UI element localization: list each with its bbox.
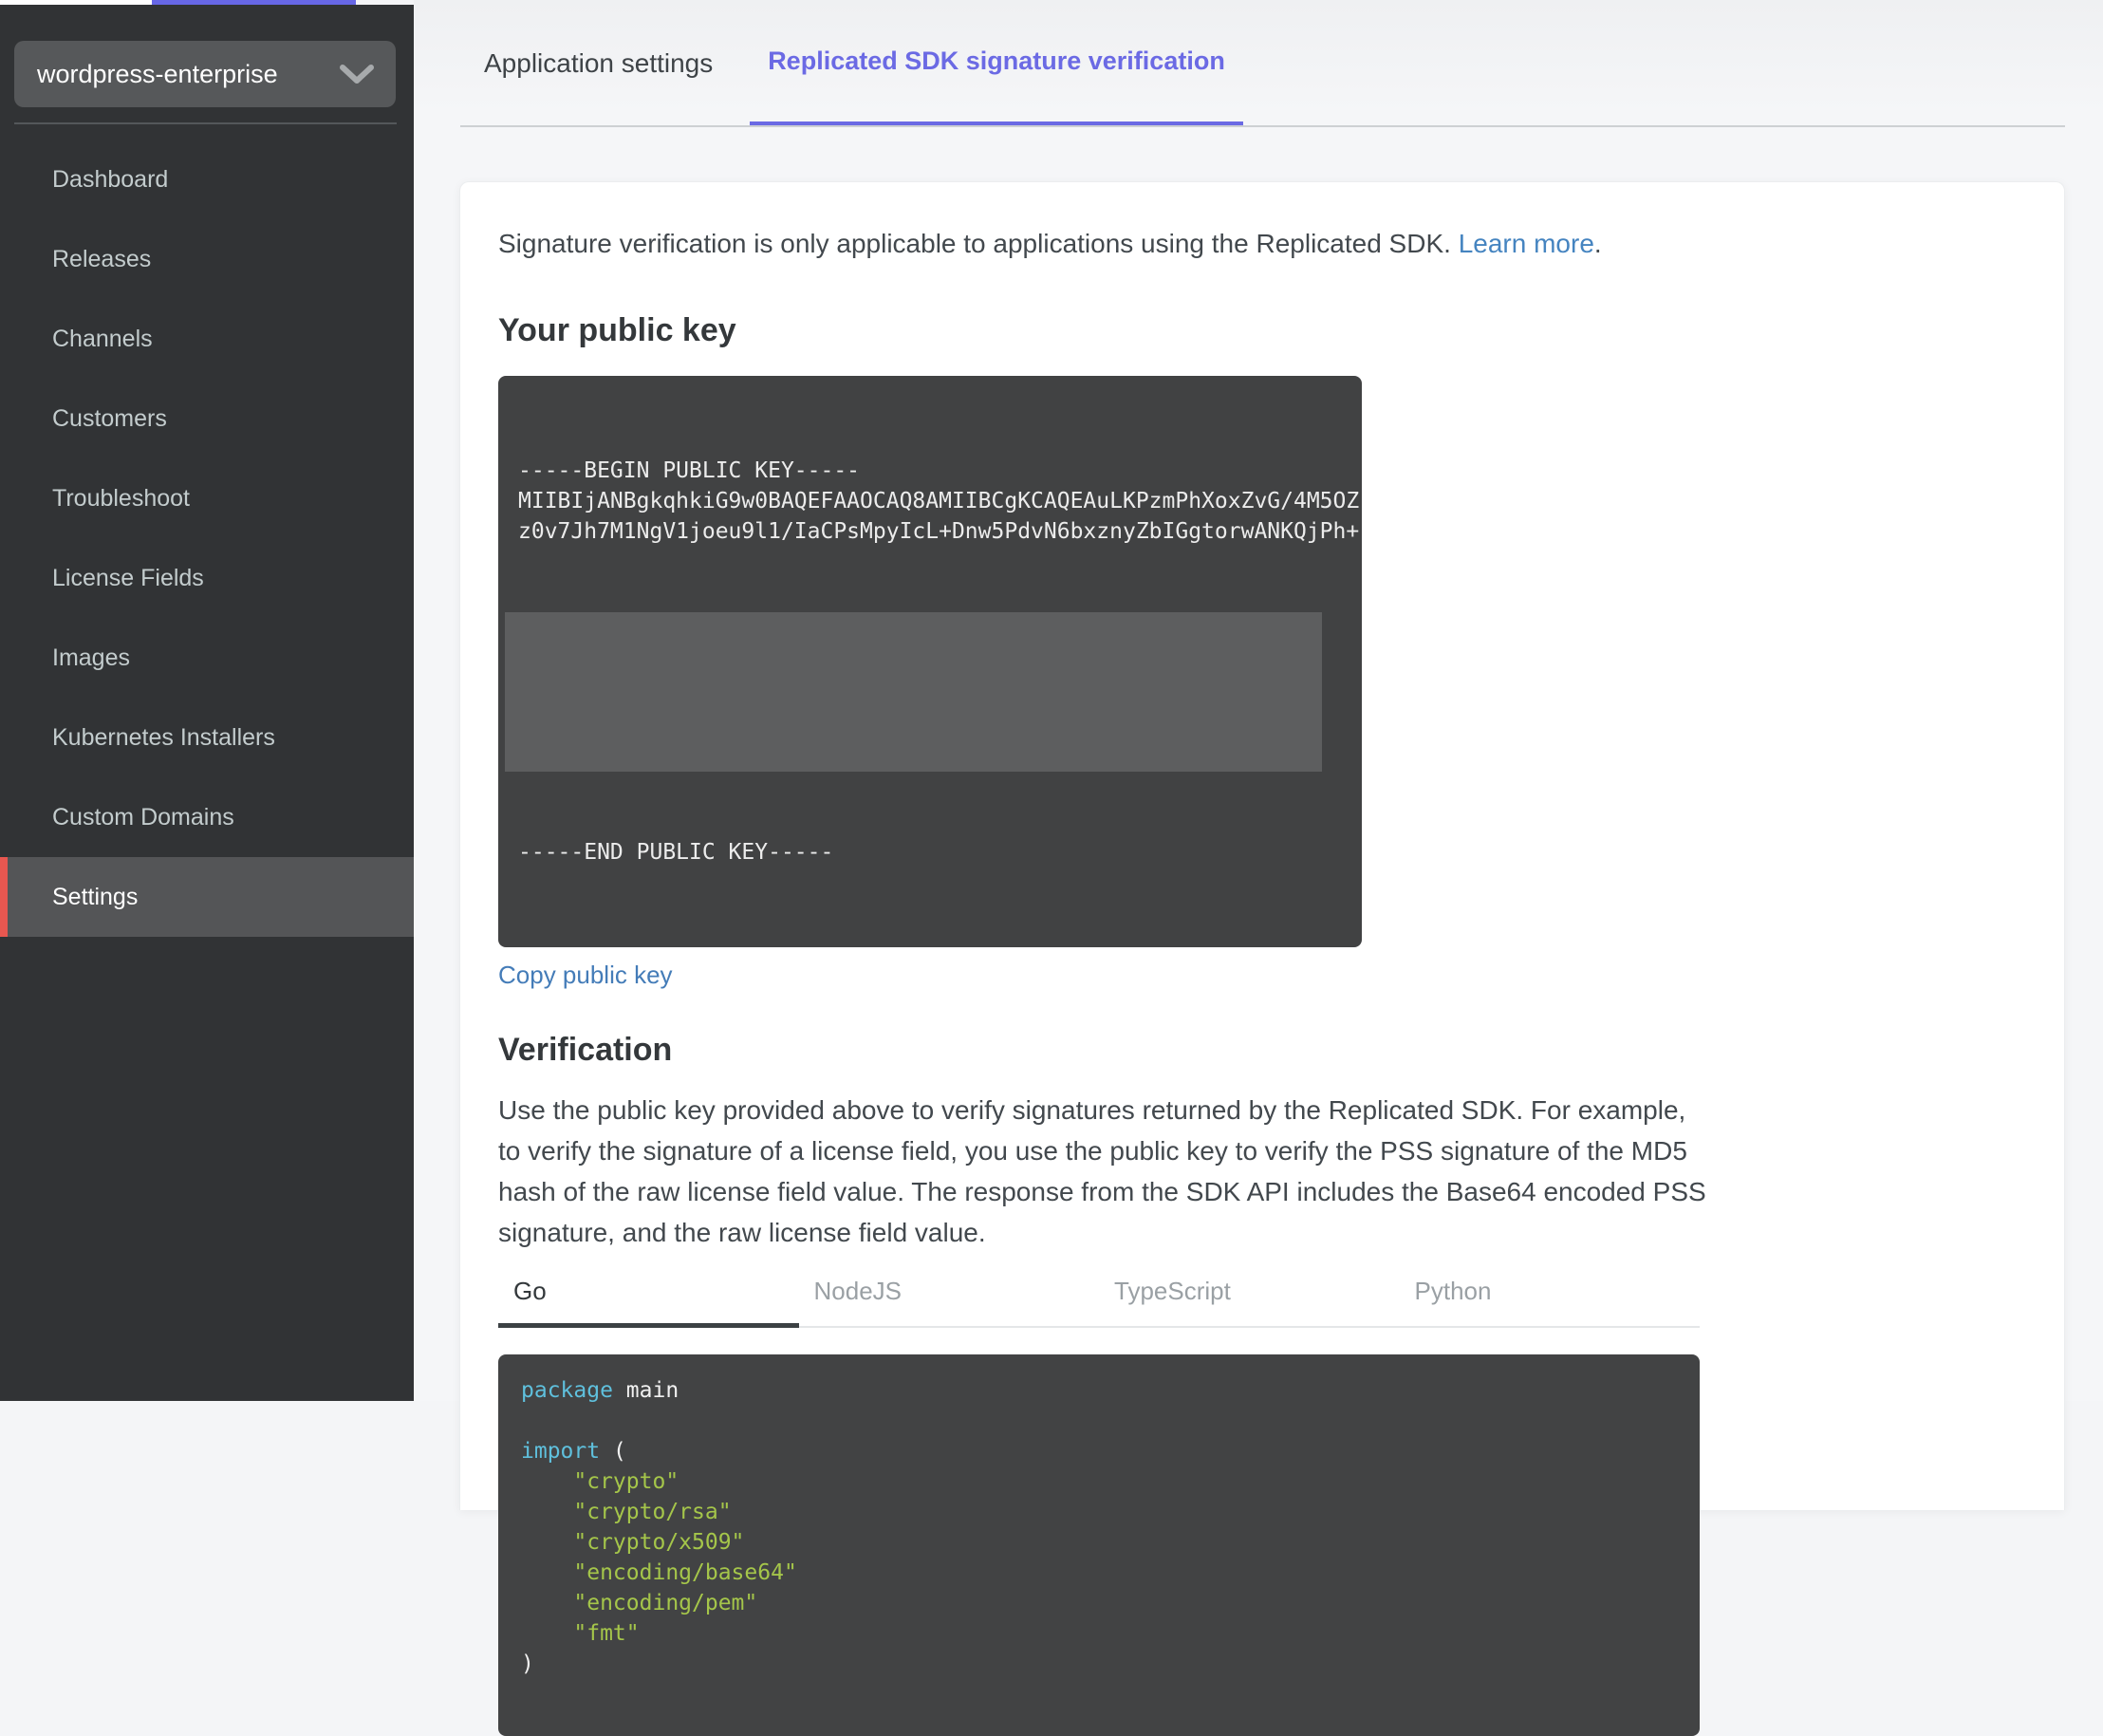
sidebar-item-releases[interactable]: Releases [0,219,414,299]
sidebar-item-troubleshoot[interactable]: Troubleshoot [0,458,414,538]
code-line: "encoding/base64" [521,1560,797,1585]
sidebar-item-kubernetes-installers[interactable]: Kubernetes Installers [0,698,414,777]
app-selector-label: wordpress-enterprise [37,59,278,88]
tab-replicated-sdk-signature-verification[interactable]: Replicated SDK signature verification [750,0,1243,127]
code-line: "encoding/pem" [521,1591,758,1615]
sidebar-item-images[interactable]: Images [0,618,414,698]
sidebar-item-channels[interactable]: Channels [0,299,414,379]
code-line: "crypto/x509" [521,1530,745,1555]
redacted-key-overlay [505,612,1322,772]
sidebar-item-customers[interactable]: Customers [0,379,414,458]
language-tab-python[interactable]: Python [1400,1264,1701,1326]
sidebar: wordpress-enterprise Dashboard Releases Ch… [0,5,414,1401]
settings-tabbar: Application settings Replicated SDK sign… [414,0,2103,127]
code-sample-block: package main import ( "crypto" "crypto/r… [498,1354,1700,1736]
language-tab-typescript[interactable]: TypeScript [1099,1264,1400,1326]
sidebar-item-license-fields[interactable]: License Fields [0,538,414,618]
public-key-heading: Your public key [498,312,736,348]
sidebar-item-dashboard[interactable]: Dashboard [0,140,414,219]
verification-description: Use the public key provided above to ver… [498,1095,1706,1247]
code-line: package main [521,1378,679,1403]
intro-text-suffix: . [1593,229,1602,258]
content-card: Signature verification is only applicabl… [459,181,2065,1736]
public-key-line: z0v7Jh7M1NgV1joeu9l1/IaCPsMpyIcL+Dnw5Pdv… [518,519,1360,544]
sidebar-divider [14,122,397,124]
code-line: ) [521,1652,534,1676]
chevron-down-icon [339,63,375,85]
public-key-block: -----BEGIN PUBLIC KEY----- MIIBIjANBgkqhk… [498,376,1362,947]
learn-more-link[interactable]: Learn more [1459,229,1594,258]
intro-text-main: Signature verification is only applicabl… [498,229,1459,258]
main-area: Application settings Replicated SDK sign… [414,0,2103,1736]
code-line: "crypto/rsa" [521,1500,732,1524]
sidebar-nav: Dashboard Releases Channels Customers Troubl… [0,140,414,937]
app-selector-dropdown[interactable]: wordpress-enterprise [14,41,396,107]
sidebar-item-custom-domains[interactable]: Custom Domains [0,777,414,857]
public-key-line: MIIBIjANBgkqhkiG9w0BAQEFAAOCAQ8AMIIBCgKC… [518,489,1360,513]
tabbar-divider [460,125,2065,127]
verification-heading: Verification [498,1032,673,1068]
code-line: import ( [521,1439,626,1464]
language-tabbar: Go NodeJS TypeScript Python [498,1264,1700,1328]
sidebar-item-settings[interactable]: Settings [0,857,414,937]
language-tab-go[interactable]: Go [498,1264,799,1328]
code-line: "crypto" [521,1469,679,1494]
language-tab-nodejs[interactable]: NodeJS [799,1264,1100,1326]
tab-application-settings[interactable]: Application settings [484,0,713,127]
intro-text: Signature verification is only applicabl… [498,229,2064,259]
public-key-end-line: -----END PUBLIC KEY----- [518,840,834,865]
public-key-line: -----BEGIN PUBLIC KEY----- [518,458,861,483]
copy-public-key-link[interactable]: Copy public key [498,961,673,990]
code-line: "fmt" [521,1621,640,1646]
